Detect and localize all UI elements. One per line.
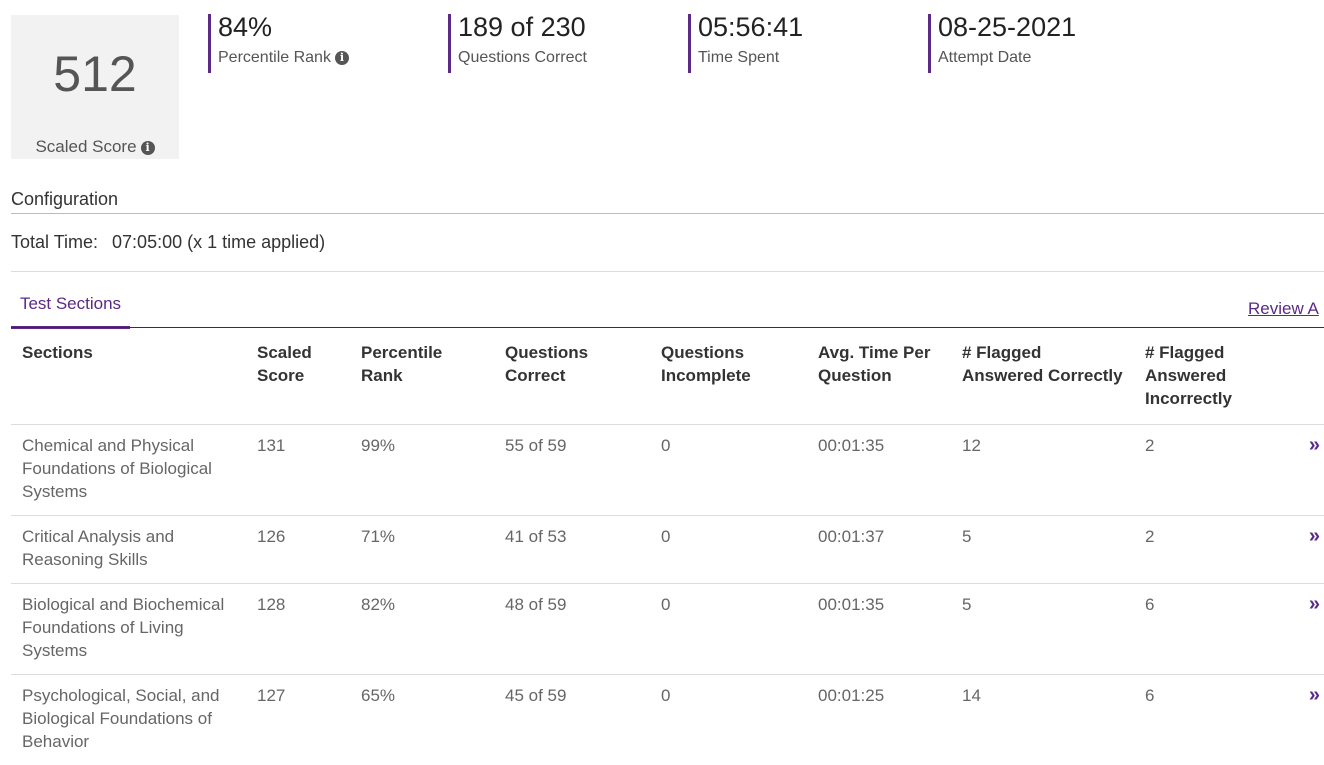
column-header[interactable]: Questions Correct <box>494 328 650 425</box>
percentile-cell: 99% <box>350 425 494 516</box>
questions-correct-cell: 55 of 59 <box>494 425 650 516</box>
column-header[interactable]: # Flagged Answered Correctly <box>951 328 1134 425</box>
flagged-incorrect-cell: 6 <box>1134 584 1284 675</box>
divider <box>11 213 1324 214</box>
questions-incomplete-cell: 0 <box>650 675 807 765</box>
flagged-correct-cell: 5 <box>951 516 1134 584</box>
avg-time-cell: 00:01:35 <box>807 425 951 516</box>
table-row[interactable]: Chemical and Physical Foundations of Bio… <box>11 425 1324 516</box>
attempt-date-value: 08-25-2021 <box>938 14 1076 41</box>
questions-correct-label: Questions Correct <box>458 49 587 67</box>
attempt-date-label: Attempt Date <box>938 49 1076 67</box>
scaled-score-cell: 126 <box>246 516 350 584</box>
questions-correct-cell: 48 of 59 <box>494 584 650 675</box>
percentile-cell: 65% <box>350 675 494 765</box>
flagged-incorrect-cell: 2 <box>1134 516 1284 584</box>
section-name: Psychological, Social, and Biological Fo… <box>11 675 246 765</box>
scaled-score-value: 512 <box>11 49 179 99</box>
questions-incomplete-cell: 0 <box>650 584 807 675</box>
section-name: Biological and Biochemical Foundations o… <box>11 584 246 675</box>
total-time: Total Time: 07:05:00 (x 1 time applied) <box>11 232 325 253</box>
flagged-correct-cell: 5 <box>951 584 1134 675</box>
column-header[interactable]: Percentile Rank <box>350 328 494 425</box>
info-icon[interactable]: i <box>141 141 155 155</box>
column-header[interactable]: Avg. Time Per Question <box>807 328 951 425</box>
configuration-title: Configuration <box>11 189 118 210</box>
table-header-row: Sections Scaled Score Percentile Rank Qu… <box>11 328 1324 425</box>
percentile-label-text: Percentile Rank <box>218 49 331 66</box>
avg-time-cell: 00:01:25 <box>807 675 951 765</box>
scaled-score-label: Scaled Score i <box>11 137 179 157</box>
attempt-date-stat: 08-25-2021 Attempt Date <box>928 14 1076 73</box>
table-row[interactable]: Critical Analysis and Reasoning Skills 1… <box>11 516 1324 584</box>
flagged-correct-cell: 14 <box>951 675 1134 765</box>
scaled-score-cell: 128 <box>246 584 350 675</box>
time-spent-stat: 05:56:41 Time Spent <box>688 14 803 73</box>
double-chevron-right-icon[interactable]: » <box>1284 675 1324 765</box>
percentile-label: Percentile Rank i <box>218 49 349 67</box>
column-header[interactable]: Scaled Score <box>246 328 350 425</box>
double-chevron-right-icon[interactable]: » <box>1284 425 1324 516</box>
flagged-incorrect-cell: 2 <box>1134 425 1284 516</box>
section-name: Critical Analysis and Reasoning Skills <box>11 516 246 584</box>
scaled-score-cell: 131 <box>246 425 350 516</box>
total-time-label: Total Time: <box>11 232 98 252</box>
flagged-incorrect-cell: 6 <box>1134 675 1284 765</box>
double-chevron-right-icon[interactable]: » <box>1284 516 1324 584</box>
questions-correct-stat: 189 of 230 Questions Correct <box>448 14 587 73</box>
flagged-correct-cell: 12 <box>951 425 1134 516</box>
percentile-cell: 71% <box>350 516 494 584</box>
scaled-score-cell: 127 <box>246 675 350 765</box>
table-row[interactable]: Psychological, Social, and Biological Fo… <box>11 675 1324 765</box>
section-name: Chemical and Physical Foundations of Bio… <box>11 425 246 516</box>
column-header-empty <box>1284 328 1324 425</box>
time-spent-label: Time Spent <box>698 49 803 67</box>
column-header[interactable]: Questions Incomplete <box>650 328 807 425</box>
divider <box>11 271 1324 272</box>
percentile-value: 84% <box>218 14 349 41</box>
scaled-score-card: 512 Scaled Score i <box>11 15 179 159</box>
column-header[interactable]: Sections <box>11 328 246 425</box>
double-chevron-right-icon[interactable]: » <box>1284 584 1324 675</box>
info-icon[interactable]: i <box>335 51 349 65</box>
tab-test-sections[interactable]: Test Sections <box>11 294 130 329</box>
avg-time-cell: 00:01:37 <box>807 516 951 584</box>
sections-table: Sections Scaled Score Percentile Rank Qu… <box>11 328 1324 765</box>
table-row[interactable]: Biological and Biochemical Foundations o… <box>11 584 1324 675</box>
questions-correct-cell: 45 of 59 <box>494 675 650 765</box>
total-time-value: 07:05:00 (x 1 time applied) <box>112 232 325 252</box>
column-header[interactable]: # Flagged Answered Incorrectly <box>1134 328 1284 425</box>
percentile-cell: 82% <box>350 584 494 675</box>
questions-incomplete-cell: 0 <box>650 425 807 516</box>
questions-correct-value: 189 of 230 <box>458 14 587 41</box>
avg-time-cell: 00:01:35 <box>807 584 951 675</box>
percentile-stat: 84% Percentile Rank i <box>208 14 349 73</box>
questions-incomplete-cell: 0 <box>650 516 807 584</box>
questions-correct-cell: 41 of 53 <box>494 516 650 584</box>
time-spent-value: 05:56:41 <box>698 14 803 41</box>
scaled-score-label-text: Scaled Score <box>35 137 136 156</box>
review-link[interactable]: Review A <box>1248 299 1319 319</box>
